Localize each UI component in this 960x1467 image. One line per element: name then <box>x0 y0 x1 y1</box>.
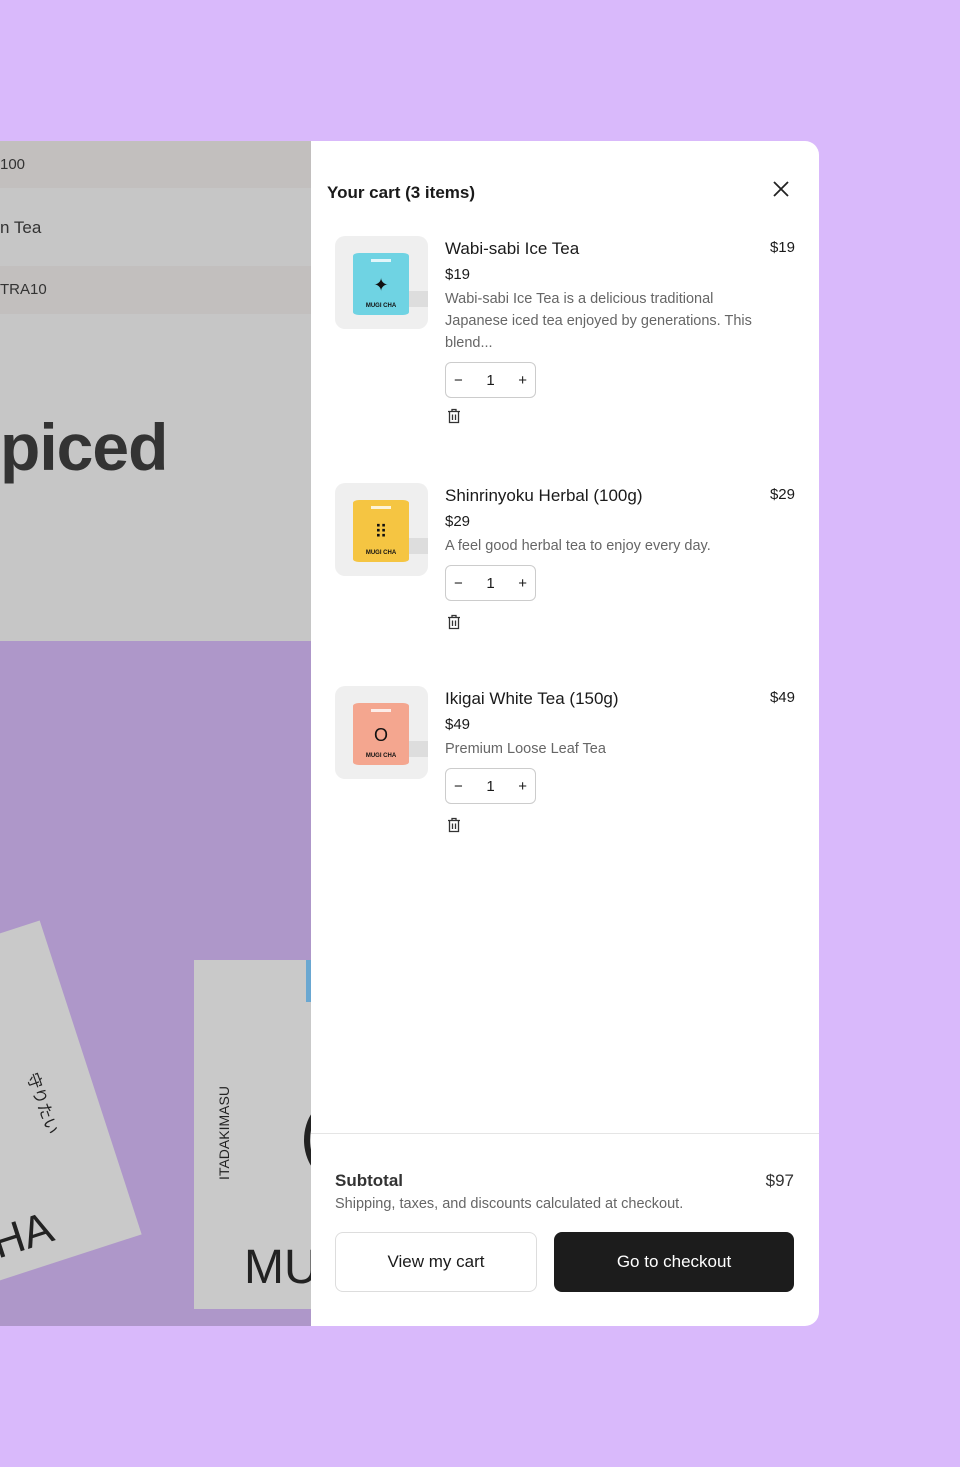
can-label <box>371 259 391 262</box>
bg-headline: piced <box>0 410 168 484</box>
product-image[interactable]: ⠿ MUGI CHA <box>335 483 428 576</box>
product-name[interactable]: Wabi-sabi Ice Tea <box>445 239 579 259</box>
product-image[interactable]: ✦ MUGI CHA <box>335 236 428 329</box>
product-price: $49 <box>445 716 471 733</box>
line-total: $49 <box>769 689 795 706</box>
can-brand: MUGI CHA <box>365 550 397 556</box>
product-description: Wabi-sabi Ice Tea is a delicious traditi… <box>445 291 752 351</box>
bg-row: TRA10 <box>0 266 311 314</box>
bg-text: TRA10 <box>0 281 47 298</box>
image-shadow <box>409 741 428 757</box>
can-symbol: ⠿ <box>374 522 388 542</box>
product-price: $29 <box>445 513 471 530</box>
increase-button[interactable]: + <box>518 575 527 592</box>
bg-card-mu: MU <box>244 1241 311 1294</box>
background-page: 100 n Tea TRA10 piced 守りたい HA ITADAKIMAS… <box>0 141 311 1326</box>
trash-icon[interactable] <box>447 817 461 833</box>
checkout-button[interactable]: Go to checkout <box>554 1232 794 1292</box>
trash-icon[interactable] <box>447 408 461 424</box>
tea-can: ✦ MUGI CHA <box>353 253 409 315</box>
increase-button[interactable]: + <box>518 778 527 795</box>
subtotal-value: $97 <box>765 1171 794 1190</box>
product-description: A feel good herbal tea to enjoy every da… <box>445 538 711 554</box>
product-name[interactable]: Ikigai White Tea (150g) <box>445 689 619 709</box>
quantity-value: 1 <box>486 777 495 795</box>
can-symbol: ✦ <box>373 275 389 295</box>
bg-text: n Tea <box>0 218 42 237</box>
product-price: $19 <box>445 266 471 283</box>
tea-can: O MUGI CHA <box>353 703 409 765</box>
image-shadow <box>409 291 428 307</box>
background-top: 100 n Tea TRA10 piced <box>0 141 311 641</box>
decrease-button[interactable]: − <box>454 778 463 795</box>
product-image[interactable]: O MUGI CHA <box>335 686 428 779</box>
bg-card-vertical: ITADAKIMASU <box>216 1086 232 1180</box>
bg-row: 100 <box>0 141 311 188</box>
line-total: $29 <box>769 486 795 503</box>
quantity-value: 1 <box>486 371 495 389</box>
quantity-stepper[interactable]: − 1 + <box>445 362 536 398</box>
quantity-stepper[interactable]: − 1 + <box>445 768 536 804</box>
image-shadow <box>409 538 428 554</box>
product-name[interactable]: Shinrinyoku Herbal (100g) <box>445 486 643 506</box>
increase-button[interactable]: + <box>518 372 527 389</box>
can-label <box>371 709 391 712</box>
bg-package-card-2: ITADAKIMASU MU <box>194 960 311 1309</box>
close-icon[interactable] <box>769 177 793 201</box>
can-brand: MUGI CHA <box>365 303 397 309</box>
can-label <box>371 506 391 509</box>
can-brand: MUGI CHA <box>365 753 397 759</box>
trash-icon[interactable] <box>447 614 461 630</box>
cart-title: Your cart (3 items) <box>327 183 476 202</box>
decrease-button[interactable]: − <box>454 372 463 389</box>
bg-circle <box>304 1100 311 1180</box>
divider <box>311 1133 819 1134</box>
checkout-note: Shipping, taxes, and discounts calculate… <box>335 1196 684 1212</box>
bg-text: 100 <box>0 156 26 173</box>
product-description: Premium Loose Leaf Tea <box>445 741 606 757</box>
can-symbol: O <box>373 725 388 745</box>
quantity-value: 1 <box>486 574 495 592</box>
line-total: $19 <box>769 239 795 256</box>
cart-drawer: Your cart (3 items) ✦ MUGI CHA Wabi-sabi… <box>311 141 819 1326</box>
view-cart-button[interactable]: View my cart <box>335 1232 537 1292</box>
subtotal-label: Subtotal <box>335 1171 403 1190</box>
decrease-button[interactable]: − <box>454 575 463 592</box>
quantity-stepper[interactable]: − 1 + <box>445 565 536 601</box>
tea-can: ⠿ MUGI CHA <box>353 500 409 562</box>
